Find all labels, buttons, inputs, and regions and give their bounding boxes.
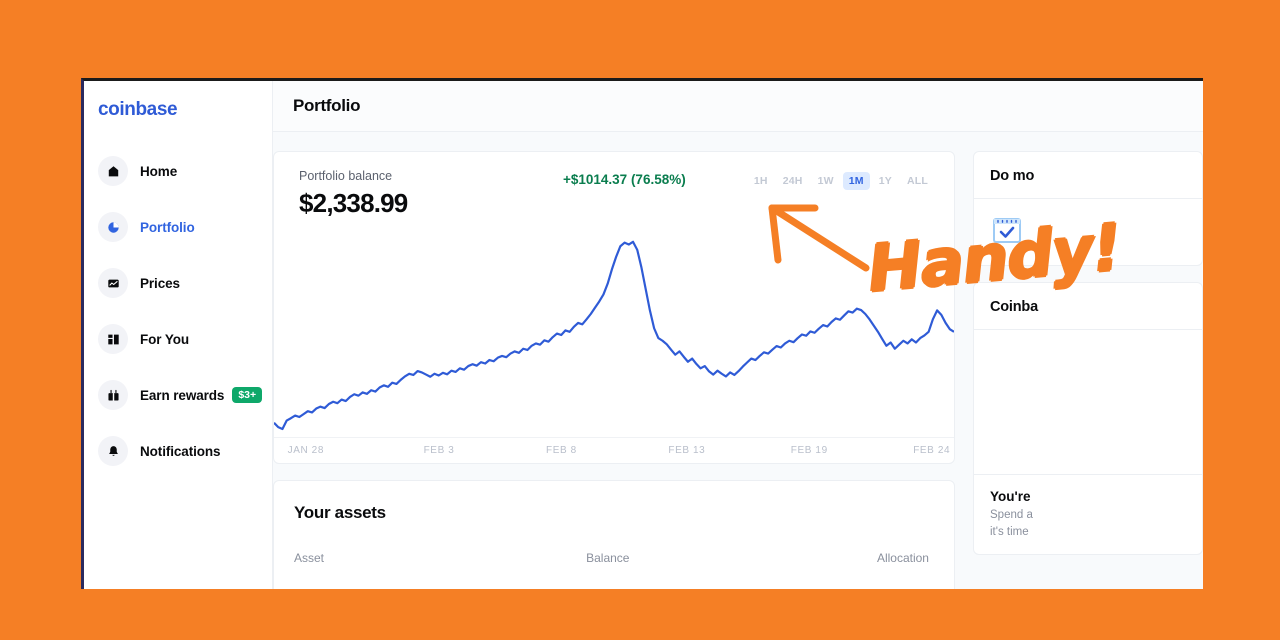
sidebar-item-label: Earn rewards	[140, 387, 225, 403]
assets-title: Your assets	[294, 503, 386, 522]
axis-tick-label: JAN 28	[287, 445, 324, 456]
gift-icon	[98, 380, 128, 410]
sidebar-item-prices[interactable]: Prices	[84, 267, 272, 299]
promo-line-2: it's time	[990, 526, 1029, 538]
axis-tick-label: FEB 8	[546, 445, 577, 456]
do-more-title: Do mo	[990, 168, 1035, 184]
pie-chart-icon	[98, 212, 128, 242]
sidebar-item-label: Prices	[140, 275, 180, 291]
time-range-tabs[interactable]: 1H 24H 1W 1M 1Y ALL	[748, 172, 934, 190]
column-header-asset: Asset	[294, 551, 325, 565]
axis-tick-label: FEB 24	[913, 445, 951, 456]
coinbase-card[interactable]: Coinba You're Spend a it's time	[973, 282, 1203, 555]
range-tab-all[interactable]: ALL	[901, 172, 934, 190]
chart-line-svg	[274, 232, 954, 437]
content-area: Portfolio balance $2,338.99 +$1014.37 (7…	[273, 132, 1203, 589]
browser-window: coinbase Home Portfolio Prices For You E…	[81, 78, 1203, 589]
promo-line-1: Spend a	[990, 509, 1033, 521]
sidebar: coinbase Home Portfolio Prices For You E…	[84, 81, 273, 589]
sidebar-item-for-you[interactable]: For You	[84, 323, 272, 355]
range-tab-1h[interactable]: 1H	[748, 172, 774, 190]
axis-tick-label: FEB 19	[790, 445, 828, 456]
page-title: Portfolio	[293, 96, 361, 115]
coinbase-logo[interactable]: coinbase	[84, 99, 272, 121]
sidebar-item-home[interactable]: Home	[84, 155, 272, 187]
promo-title: You're	[990, 489, 1031, 504]
range-tab-1m[interactable]: 1M	[842, 172, 870, 190]
column-header-allocation: Allocation	[876, 551, 929, 565]
column-header-balance: Balance	[586, 551, 630, 565]
balance-change: +$1014.37 (76.58%)	[563, 172, 686, 187]
sidebar-item-label: For You	[140, 331, 190, 347]
sidebar-item-notifications[interactable]: Notifications	[84, 435, 272, 467]
chart-x-axis: JAN 28 FEB 3 FEB 8 FEB 13 FEB 19 FEB 24	[274, 437, 954, 463]
promo-block[interactable]: You're Spend a it's time	[974, 474, 1202, 554]
sidebar-item-label: Home	[140, 163, 178, 179]
portfolio-chart[interactable]	[274, 232, 954, 437]
coinbase-card-body	[974, 330, 1202, 474]
balance-label: Portfolio balance	[299, 169, 393, 183]
top-bar: Portfolio	[273, 81, 1203, 132]
assets-table-header: Asset Balance Allocation	[294, 551, 929, 565]
status-badge: $3+	[232, 386, 263, 404]
line-chart-icon	[98, 268, 128, 298]
bell-icon	[98, 436, 128, 466]
sidebar-item-label: Portfolio	[140, 219, 195, 235]
sidebar-item-portfolio[interactable]: Portfolio	[84, 211, 272, 243]
balance-amount: $2,338.99	[299, 188, 408, 218]
portfolio-balance-card: Portfolio balance $2,338.99 +$1014.37 (7…	[273, 151, 955, 464]
sidebar-item-label: Notifications	[140, 443, 221, 459]
range-tab-24h[interactable]: 24H	[777, 172, 809, 190]
axis-tick-label: FEB 3	[423, 445, 455, 456]
home-icon	[98, 156, 128, 186]
range-tab-1y[interactable]: 1Y	[873, 172, 898, 190]
sidebar-item-earn-rewards[interactable]: Earn rewards $3+	[84, 379, 272, 411]
layout-icon	[98, 324, 128, 354]
range-tab-1w[interactable]: 1W	[812, 172, 840, 190]
axis-tick-label: FEB 13	[668, 445, 706, 456]
your-assets-card: Your assets Asset Balance Allocation	[273, 480, 955, 589]
